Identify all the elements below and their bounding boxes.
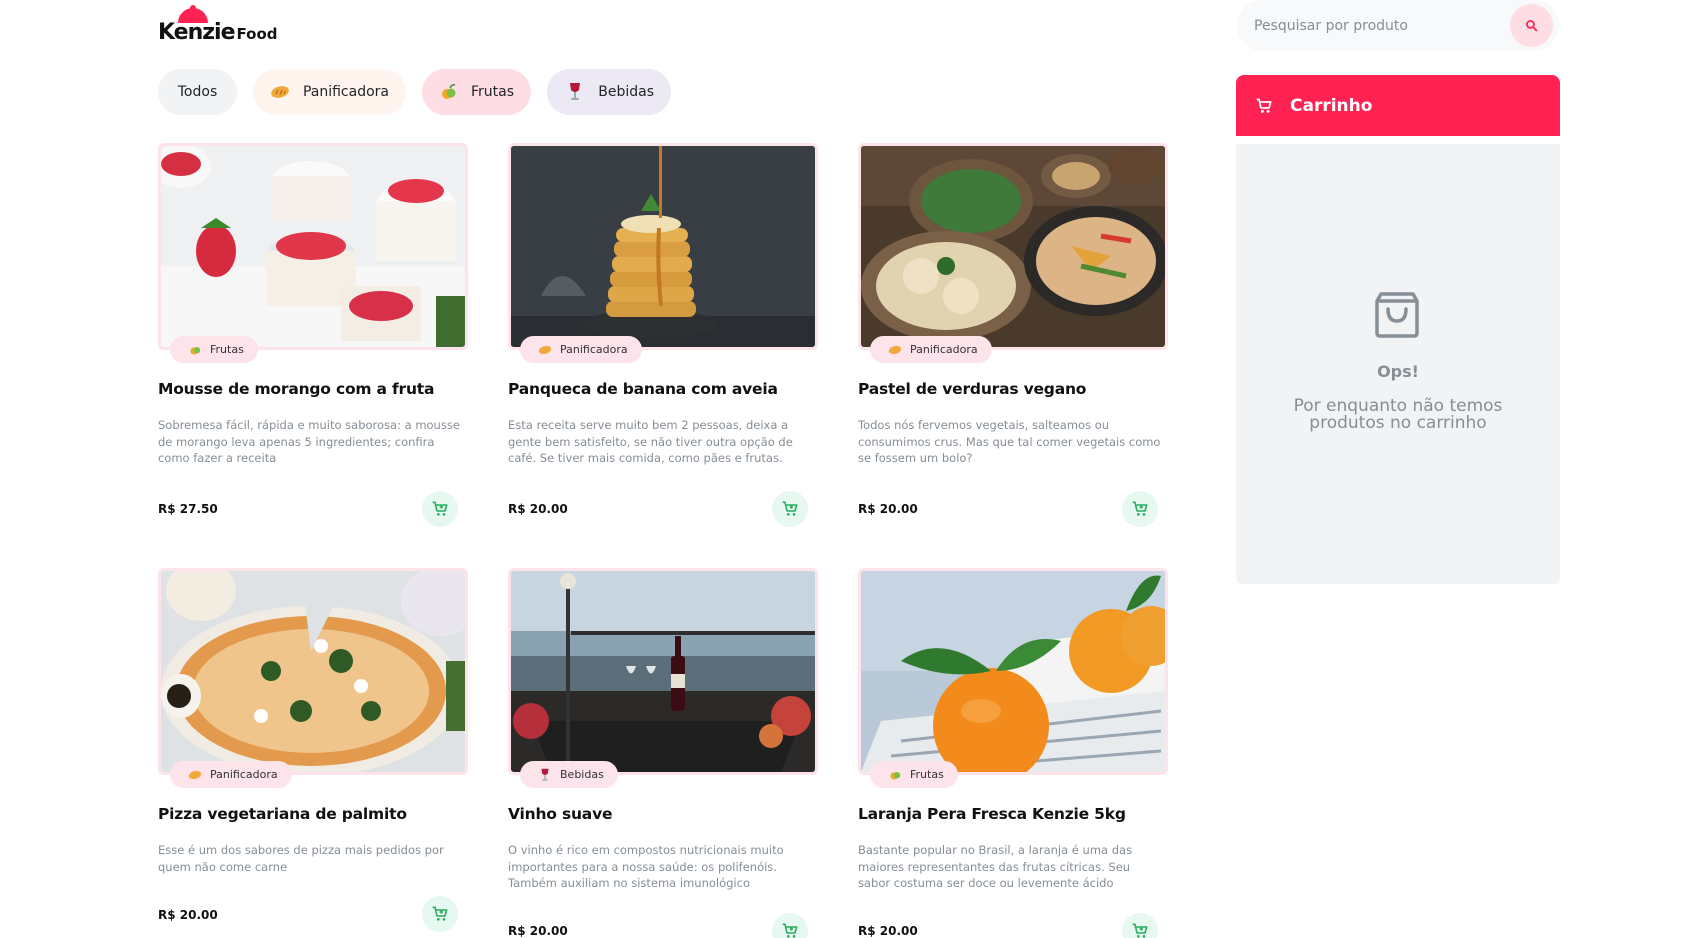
product-price: R$ 20.00 <box>858 502 918 516</box>
add-to-cart-button[interactable] <box>772 913 808 938</box>
bread-icon <box>270 80 291 104</box>
cart-title: Carrinho <box>1290 95 1373 116</box>
product-description: Esta receita serve muito bem 2 pessoas, … <box>508 418 793 465</box>
add-to-cart-button[interactable] <box>772 491 808 527</box>
search-icon <box>1526 20 1538 32</box>
product-image <box>158 143 468 350</box>
product-title: Mousse de morango com a fruta <box>158 380 435 398</box>
category-tag: Panificadora <box>520 336 642 363</box>
product-image <box>508 568 818 775</box>
cart-add-icon <box>782 923 798 938</box>
product-description: Sobremesa fácil, rápida e muito saborosa… <box>158 418 460 465</box>
fruit-icon <box>439 80 459 104</box>
product-price: R$ 20.00 <box>508 924 568 938</box>
search-input[interactable] <box>1254 0 1494 51</box>
product-description: Todos nós fervemos vegetais, salteamos o… <box>858 418 1161 465</box>
product-image <box>858 143 1168 350</box>
product-title: Pizza vegetariana de palmito <box>158 805 407 823</box>
shopping-bag-icon <box>1375 292 1419 338</box>
search-button[interactable] <box>1510 4 1553 47</box>
product-title: Vinho suave <box>508 805 613 823</box>
category-tag: Bebidas <box>520 761 618 788</box>
cart-empty-state: Ops! Por enquanto não temos produtos no … <box>1236 144 1560 584</box>
wine-icon <box>538 768 552 782</box>
product-description: O vinho é rico em compostos nutricionais… <box>508 843 784 890</box>
category-label: Bebidas <box>560 768 604 781</box>
filter-panificadora[interactable]: Panificadora <box>253 69 406 115</box>
product-title: Pastel de verduras vegano <box>858 380 1087 398</box>
fruit-icon <box>188 343 202 357</box>
product-price: R$ 20.00 <box>858 924 918 938</box>
category-label: Panificadora <box>910 343 978 356</box>
product-price: R$ 27.50 <box>158 502 218 516</box>
filter-label: Bebidas <box>598 84 654 100</box>
category-filters: Todos Panificadora Frutas Bebidas <box>158 69 671 115</box>
category-tag: Frutas <box>170 336 258 363</box>
category-tag: Panificadora <box>870 336 992 363</box>
category-tag: Frutas <box>870 761 958 788</box>
bread-icon <box>188 768 202 782</box>
cart-add-icon <box>432 906 448 921</box>
brand-name: Kenzie <box>158 20 236 45</box>
cart-add-icon <box>1132 923 1148 938</box>
category-label: Panificadora <box>210 768 278 781</box>
filter-frutas[interactable]: Frutas <box>422 69 531 115</box>
category-label: Panificadora <box>560 343 628 356</box>
category-tag: Panificadora <box>170 761 292 788</box>
filter-label: Todos <box>177 84 218 100</box>
wine-icon <box>564 80 586 104</box>
cart-icon <box>1256 97 1272 114</box>
add-to-cart-button[interactable] <box>422 491 458 527</box>
product-price: R$ 20.00 <box>508 502 568 516</box>
product-title: Laranja Pera Fresca Kenzie 5kg <box>858 805 1126 823</box>
product-title: Panqueca de banana com aveia <box>508 380 778 398</box>
bread-icon <box>538 343 552 357</box>
product-description: Esse é um dos sabores de pizza mais pedi… <box>158 843 444 874</box>
filter-label: Frutas <box>470 84 514 100</box>
product-price: R$ 20.00 <box>158 908 218 922</box>
category-label: Frutas <box>210 343 244 356</box>
cart-add-icon <box>1132 501 1148 516</box>
brand-logo[interactable]: Kenzie Food <box>158 5 288 48</box>
brand-suffix: Food <box>236 25 278 43</box>
bread-icon <box>888 343 902 357</box>
cart-add-icon <box>432 501 448 516</box>
product-image <box>158 568 468 775</box>
filter-label: Panificadora <box>302 84 389 100</box>
product-image <box>508 143 818 350</box>
filter-bebidas[interactable]: Bebidas <box>547 69 671 115</box>
product-image <box>858 568 1168 775</box>
add-to-cart-button[interactable] <box>422 896 458 932</box>
add-to-cart-button[interactable] <box>1122 491 1158 527</box>
filter-todos[interactable]: Todos <box>158 69 237 115</box>
empty-title: Ops! <box>1377 362 1419 381</box>
category-label: Frutas <box>910 768 944 781</box>
add-to-cart-button[interactable] <box>1122 913 1158 938</box>
empty-message: Por enquanto não temos produtos no carri… <box>1293 396 1503 433</box>
cart-header: Carrinho <box>1236 75 1560 136</box>
product-description: Bastante popular no Brasil, a laranja é … <box>858 843 1133 890</box>
fruit-icon <box>888 768 902 782</box>
cart-add-icon <box>782 501 798 516</box>
search-bar <box>1237 0 1559 51</box>
